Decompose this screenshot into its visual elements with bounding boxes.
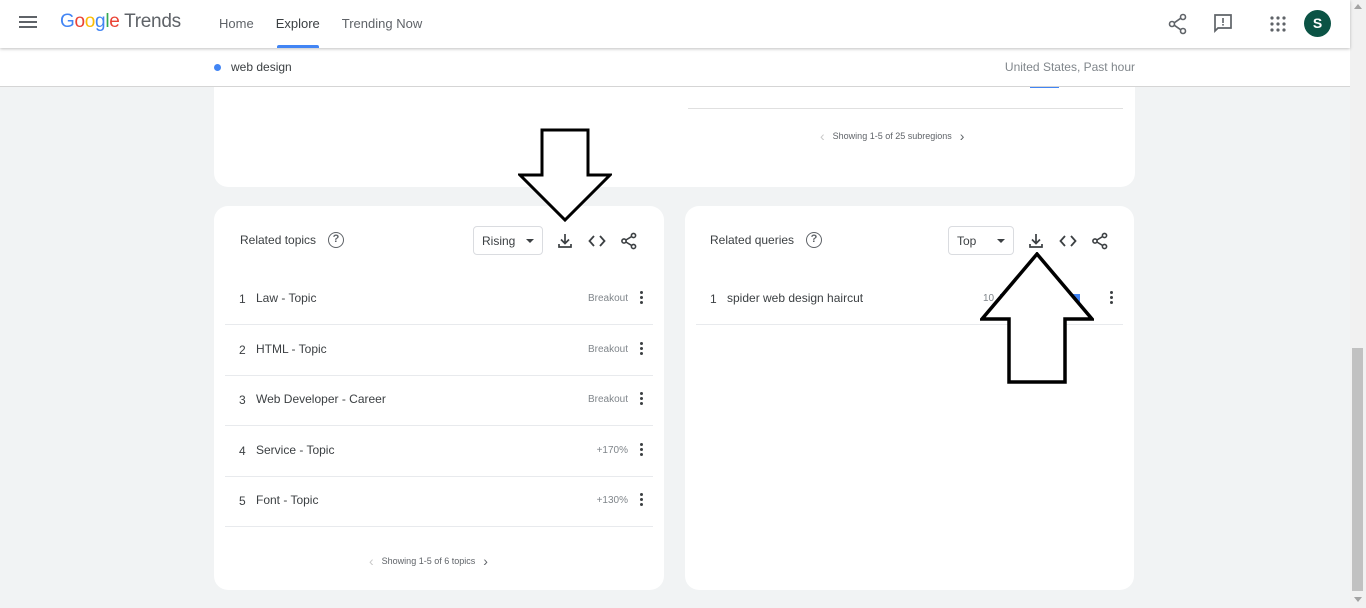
avatar[interactable]: S <box>1304 10 1331 37</box>
topics-filter-value: Rising <box>482 234 516 248</box>
more-vert-icon[interactable] <box>640 443 644 459</box>
term-color-dot <box>214 64 221 71</box>
topic-value: +130% <box>596 495 628 506</box>
topic-value: Breakout <box>587 394 628 405</box>
nav-explore[interactable]: Explore <box>265 0 331 48</box>
download-icon[interactable] <box>555 231 575 251</box>
pager-text: Showing 1-5 of 6 topics <box>381 556 476 566</box>
rank-number: 1 <box>710 292 717 306</box>
download-icon[interactable] <box>1026 231 1046 251</box>
query-label[interactable]: spider web design haircut <box>727 291 863 305</box>
list-item[interactable]: 3 Web Developer - Career Breakout <box>225 376 653 426</box>
next-page-icon[interactable]: › <box>960 128 965 144</box>
prev-page-icon[interactable]: ‹ <box>369 553 374 569</box>
annotation-arrow-up <box>980 252 1094 384</box>
scroll-down-icon[interactable] <box>1354 597 1362 602</box>
help-icon[interactable]: ? <box>806 232 822 248</box>
region-time-context: United States, Past hour <box>1004 60 1135 74</box>
more-vert-icon[interactable] <box>1110 291 1114 307</box>
more-vert-icon[interactable] <box>640 493 644 509</box>
topic-label[interactable]: HTML - Topic <box>256 342 327 356</box>
top-app-bar: Google Trends Home Explore Trending Now … <box>0 0 1350 48</box>
apps-icon[interactable] <box>1266 12 1290 36</box>
code-icon[interactable] <box>587 231 607 251</box>
queries-filter-value: Top <box>957 234 977 248</box>
topic-value: Breakout <box>587 344 628 355</box>
pager-text: Showing 1-5 of 25 subregions <box>832 131 952 141</box>
search-term-bar: web design United States, Past hour <box>0 48 1350 87</box>
more-vert-icon[interactable] <box>640 342 644 358</box>
feedback-icon[interactable] <box>1211 12 1235 36</box>
list-item[interactable]: 2 HTML - Topic Breakout <box>225 326 653 376</box>
subregion-pager: ‹ Showing 1-5 of 25 subregions › <box>820 128 964 144</box>
page-scrollbar[interactable] <box>1350 0 1366 608</box>
next-page-icon[interactable]: › <box>483 553 488 569</box>
topic-value: Breakout <box>587 293 628 304</box>
topic-label[interactable]: Law - Topic <box>256 291 316 305</box>
rank-number: 2 <box>239 343 246 357</box>
topic-label[interactable]: Web Developer - Career <box>256 392 386 406</box>
search-term[interactable]: web design <box>231 60 292 74</box>
share-icon[interactable] <box>619 231 639 251</box>
list-item[interactable]: 5 Font - Topic +130% <box>225 477 653 527</box>
rank-number: 5 <box>239 494 246 508</box>
nav-home[interactable]: Home <box>208 0 265 48</box>
related-queries-title: Related queries <box>710 233 795 247</box>
topics-pager: ‹ Showing 1-5 of 6 topics › <box>369 553 488 569</box>
table-divider <box>688 108 1123 109</box>
rank-number: 1 <box>239 292 246 306</box>
rank-number: 3 <box>239 393 246 407</box>
related-topics-title: Related topics <box>240 233 317 247</box>
google-trends-logo[interactable]: Google Trends <box>60 11 181 33</box>
more-vert-icon[interactable] <box>640 291 644 307</box>
topics-filter-select[interactable]: Rising <box>473 226 543 255</box>
share-icon[interactable] <box>1166 12 1190 36</box>
chevron-down-icon <box>526 239 534 243</box>
chevron-down-icon <box>997 239 1005 243</box>
help-icon[interactable]: ? <box>328 232 344 248</box>
nav-trending-now[interactable]: Trending Now <box>331 0 433 48</box>
more-vert-icon[interactable] <box>640 392 644 408</box>
menu-icon[interactable] <box>19 14 37 32</box>
annotation-arrow-down <box>518 128 612 222</box>
scroll-up-icon[interactable] <box>1354 4 1362 9</box>
scrollbar-thumb[interactable] <box>1352 348 1363 591</box>
main-nav: Home Explore Trending Now <box>208 0 433 48</box>
code-icon[interactable] <box>1058 231 1078 251</box>
prev-page-icon[interactable]: ‹ <box>820 128 825 144</box>
list-item[interactable]: 1 Law - Topic Breakout <box>225 275 653 325</box>
topic-label[interactable]: Font - Topic <box>256 493 318 507</box>
related-topics-card: Related topics ? Rising 1 Law - Topic Br… <box>214 206 664 590</box>
list-item[interactable]: 4 Service - Topic +170% <box>225 427 653 477</box>
share-icon[interactable] <box>1090 231 1110 251</box>
topic-value: +170% <box>596 445 628 456</box>
topic-label[interactable]: Service - Topic <box>256 443 334 457</box>
rank-number: 4 <box>239 444 246 458</box>
queries-filter-select[interactable]: Top <box>948 226 1014 255</box>
